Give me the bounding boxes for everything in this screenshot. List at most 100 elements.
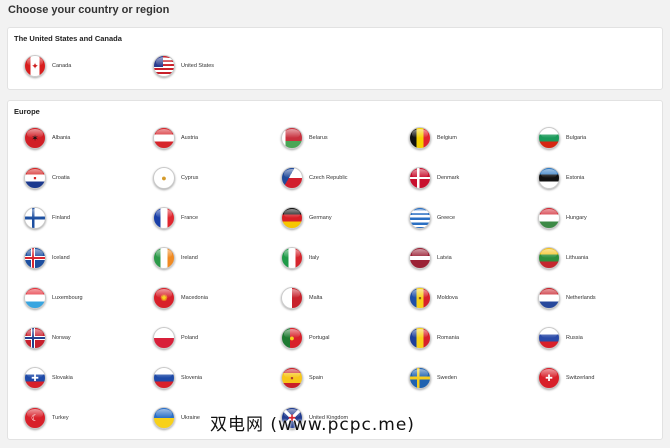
country-name: Lithuania bbox=[566, 255, 589, 261]
finland-flag-icon bbox=[24, 207, 46, 229]
country-option[interactable]: Romania bbox=[409, 326, 459, 350]
russia-flag-icon bbox=[538, 327, 560, 349]
flag-emblem bbox=[539, 168, 559, 188]
greece-flag-icon bbox=[409, 207, 431, 229]
flag-emblem bbox=[410, 328, 430, 348]
flag-emblem bbox=[410, 208, 430, 228]
country-name: Czech Republic bbox=[309, 175, 348, 181]
country-option[interactable]: ✺ Macedonia bbox=[153, 286, 208, 310]
country-option[interactable]: ✚ Slovakia bbox=[24, 366, 73, 390]
flag-emblem bbox=[154, 56, 174, 76]
country-option[interactable]: Malta bbox=[281, 286, 322, 310]
country-option[interactable]: Belarus bbox=[281, 126, 328, 150]
flag-emblem bbox=[282, 208, 302, 228]
country-option[interactable]: Netherlands bbox=[538, 286, 596, 310]
country-option[interactable]: ✚ Switzerland bbox=[538, 366, 594, 390]
country-option[interactable]: Italy bbox=[281, 246, 319, 270]
country-name: Estonia bbox=[566, 175, 585, 181]
flag-emblem bbox=[154, 368, 174, 388]
flag-emblem bbox=[282, 248, 302, 268]
flag-emblem bbox=[410, 248, 430, 268]
country-name: Luxembourg bbox=[52, 295, 83, 301]
flag-emblem: ▪ bbox=[33, 172, 37, 183]
country-name: Spain bbox=[309, 375, 324, 381]
flag-emblem bbox=[154, 208, 174, 228]
country-name: Greece bbox=[437, 215, 456, 221]
country-option[interactable]: ● Cyprus bbox=[153, 166, 198, 190]
flag-emblem: ▪ bbox=[290, 372, 294, 383]
flag-emblem: ✺ bbox=[160, 292, 168, 303]
country-name: Germany bbox=[309, 215, 332, 221]
country-option[interactable]: Slovenia bbox=[153, 366, 202, 390]
flag-emblem bbox=[539, 128, 559, 148]
country-name: Italy bbox=[309, 255, 320, 261]
country-name: Denmark bbox=[437, 175, 460, 181]
moldova-flag-icon: ▪ bbox=[409, 287, 431, 309]
flag-emblem bbox=[25, 328, 45, 348]
country-option[interactable]: Latvia bbox=[409, 246, 452, 270]
flag-emblem: ✚ bbox=[31, 372, 39, 383]
country-name: Bulgaria bbox=[566, 135, 587, 141]
flag-emblem bbox=[154, 408, 174, 428]
country-option[interactable]: Poland bbox=[153, 326, 198, 350]
country-option[interactable]: United States bbox=[153, 54, 214, 78]
iceland-flag-icon bbox=[24, 247, 46, 269]
latvia-flag-icon bbox=[409, 247, 431, 269]
country-option[interactable]: Norway bbox=[24, 326, 71, 350]
country-option[interactable]: Russia bbox=[538, 326, 583, 350]
country-name: Norway bbox=[52, 335, 71, 341]
flag-emblem: ▪ bbox=[418, 292, 422, 303]
country-name: Turkey bbox=[52, 415, 69, 421]
country-name: Netherlands bbox=[566, 295, 596, 301]
flag-emblem bbox=[539, 208, 559, 228]
country-name: Moldova bbox=[437, 295, 458, 301]
country-option[interactable]: Ukraine bbox=[153, 406, 200, 430]
country-option[interactable]: Greece bbox=[409, 206, 455, 230]
country-option[interactable]: Germany bbox=[281, 206, 332, 230]
country-option[interactable]: Belgium bbox=[409, 126, 457, 150]
country-option[interactable]: ✶ Albania bbox=[24, 126, 70, 150]
country-name: Austria bbox=[181, 135, 199, 141]
country-option[interactable]: Finland bbox=[24, 206, 70, 230]
portugal-flag-icon: ● bbox=[281, 327, 303, 349]
country-name: Slovenia bbox=[181, 375, 203, 381]
ukraine-flag-icon bbox=[153, 407, 175, 429]
flag-emblem bbox=[410, 128, 430, 148]
country-option[interactable]: ▪ Moldova bbox=[409, 286, 458, 310]
country-option[interactable]: ✦ Canada bbox=[24, 54, 71, 78]
country-option[interactable]: Lithuania bbox=[538, 246, 588, 270]
watermark: 双电网 (www.pcpc.me) bbox=[210, 415, 415, 435]
country-name: Ukraine bbox=[181, 415, 200, 421]
country-option[interactable]: Denmark bbox=[409, 166, 459, 190]
country-option[interactable]: ▪ Croatia bbox=[24, 166, 70, 190]
country-option[interactable]: ▪ Spain bbox=[281, 366, 323, 390]
country-option[interactable]: Sweden bbox=[409, 366, 457, 390]
country-option[interactable]: France bbox=[153, 206, 198, 230]
country-option[interactable]: Ireland bbox=[153, 246, 198, 270]
country-name: Canada bbox=[52, 63, 72, 69]
flag-emblem bbox=[282, 288, 302, 308]
flag-emblem: ✦ bbox=[31, 60, 39, 71]
country-option[interactable]: Austria bbox=[153, 126, 198, 150]
country-option[interactable]: Hungary bbox=[538, 206, 587, 230]
country-option[interactable]: ● Portugal bbox=[281, 326, 330, 350]
country-option[interactable]: Iceland bbox=[24, 246, 70, 270]
albania-flag-icon: ✶ bbox=[24, 127, 46, 149]
country-name: Belgium bbox=[437, 135, 457, 141]
flag-emblem: ✶ bbox=[31, 132, 39, 143]
romania-flag-icon bbox=[409, 327, 431, 349]
country-option[interactable]: Luxembourg bbox=[24, 286, 83, 310]
country-option[interactable]: Czech Republic bbox=[281, 166, 348, 190]
country-name: Slovakia bbox=[52, 375, 73, 381]
country-name: Romania bbox=[437, 335, 460, 341]
flag-emblem bbox=[282, 168, 302, 188]
slovenia-flag-icon bbox=[153, 367, 175, 389]
malta-flag-icon bbox=[281, 287, 303, 309]
country-option[interactable]: Estonia bbox=[538, 166, 584, 190]
austria-flag-icon bbox=[153, 127, 175, 149]
flag-emblem bbox=[25, 248, 45, 268]
country-option[interactable]: ☾ Turkey bbox=[24, 406, 69, 430]
country-option[interactable]: Bulgaria bbox=[538, 126, 586, 150]
poland-flag-icon bbox=[153, 327, 175, 349]
switzerland-flag-icon: ✚ bbox=[538, 367, 560, 389]
